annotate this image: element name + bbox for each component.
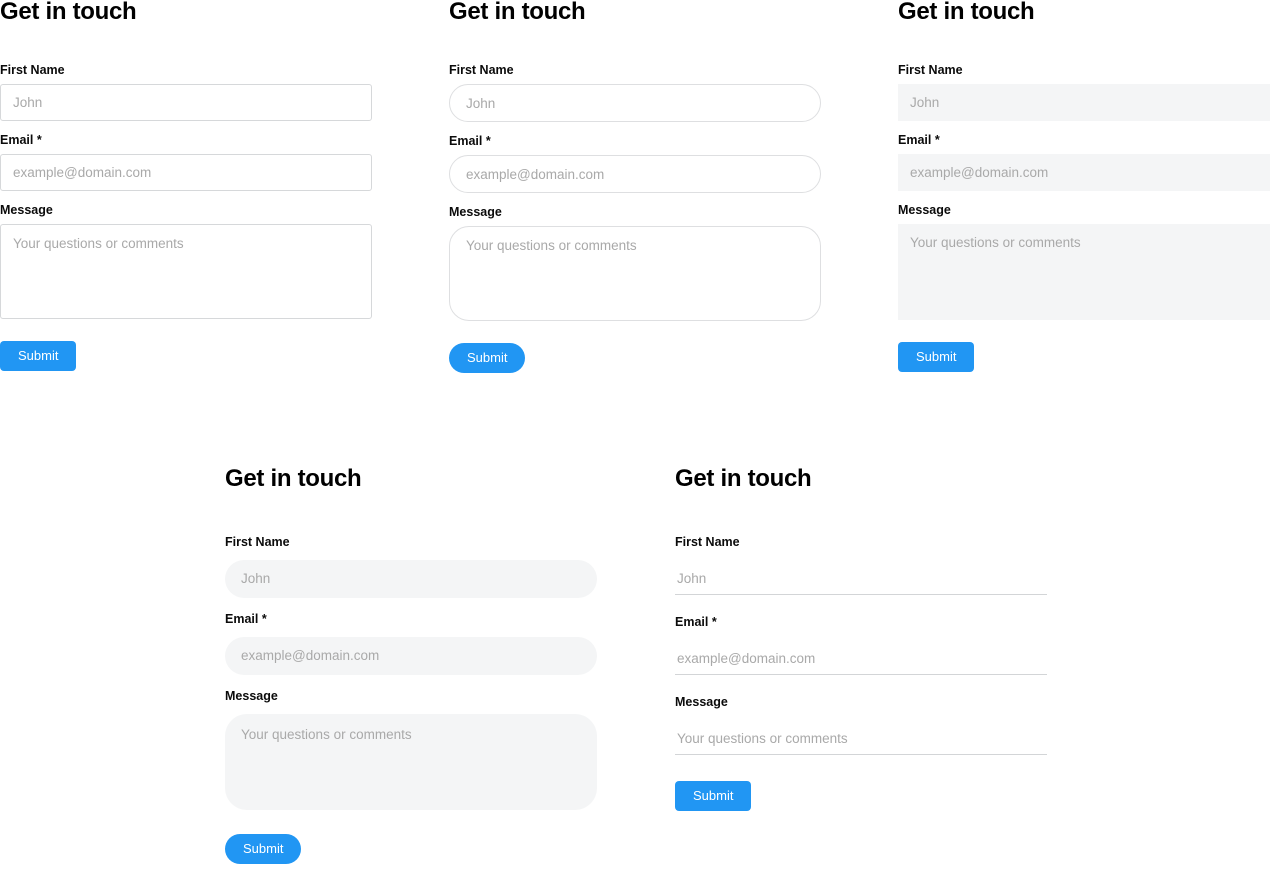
contact-form-filled-pill: Get in touch First Name Email * Message … bbox=[225, 465, 597, 864]
contact-form-outlined: Get in touch First Name Email * Message … bbox=[0, 0, 372, 371]
email-label: Email * bbox=[898, 133, 940, 147]
first-name-input[interactable] bbox=[225, 560, 597, 598]
email-label: Email * bbox=[449, 134, 491, 148]
message-textarea[interactable] bbox=[449, 226, 821, 321]
email-input[interactable] bbox=[0, 154, 372, 191]
first-name-label: First Name bbox=[898, 63, 963, 77]
email-input[interactable] bbox=[225, 637, 597, 675]
email-label: Email * bbox=[675, 615, 717, 629]
submit-button[interactable]: Submit bbox=[675, 781, 752, 811]
first-name-label: First Name bbox=[675, 535, 740, 549]
message-label: Message bbox=[0, 203, 53, 217]
first-name-input[interactable] bbox=[449, 84, 821, 122]
message-label: Message bbox=[225, 689, 278, 703]
contact-form-underline: Get in touch First Name Email * Message … bbox=[675, 465, 1047, 811]
email-label: Email * bbox=[225, 612, 267, 626]
page-title: Get in touch bbox=[449, 0, 586, 25]
email-input[interactable] bbox=[898, 154, 1270, 191]
page-title: Get in touch bbox=[0, 0, 137, 25]
submit-button[interactable]: Submit bbox=[225, 834, 302, 864]
message-textarea[interactable] bbox=[898, 224, 1270, 320]
first-name-label: First Name bbox=[225, 535, 290, 549]
submit-button[interactable]: Submit bbox=[0, 341, 77, 371]
page-title: Get in touch bbox=[225, 465, 362, 492]
submit-button[interactable]: Submit bbox=[449, 343, 526, 373]
contact-form-filled: Get in touch First Name Email * Message … bbox=[898, 0, 1270, 372]
first-name-input[interactable] bbox=[898, 84, 1270, 121]
message-label: Message bbox=[898, 203, 951, 217]
contact-form-outlined-pill: Get in touch First Name Email * Message … bbox=[449, 0, 821, 373]
message-textarea[interactable] bbox=[0, 224, 372, 319]
email-input[interactable] bbox=[449, 155, 821, 193]
submit-button[interactable]: Submit bbox=[898, 342, 975, 372]
message-label: Message bbox=[449, 205, 502, 219]
first-name-input[interactable] bbox=[675, 563, 1047, 595]
email-label: Email * bbox=[0, 133, 42, 147]
page-title: Get in touch bbox=[898, 0, 1035, 25]
message-textarea[interactable] bbox=[225, 714, 597, 810]
first-name-label: First Name bbox=[449, 63, 514, 77]
page-title: Get in touch bbox=[675, 465, 812, 492]
message-label: Message bbox=[675, 695, 728, 709]
first-name-input[interactable] bbox=[0, 84, 372, 121]
message-textarea[interactable] bbox=[675, 723, 1047, 755]
email-input[interactable] bbox=[675, 643, 1047, 675]
first-name-label: First Name bbox=[0, 63, 65, 77]
